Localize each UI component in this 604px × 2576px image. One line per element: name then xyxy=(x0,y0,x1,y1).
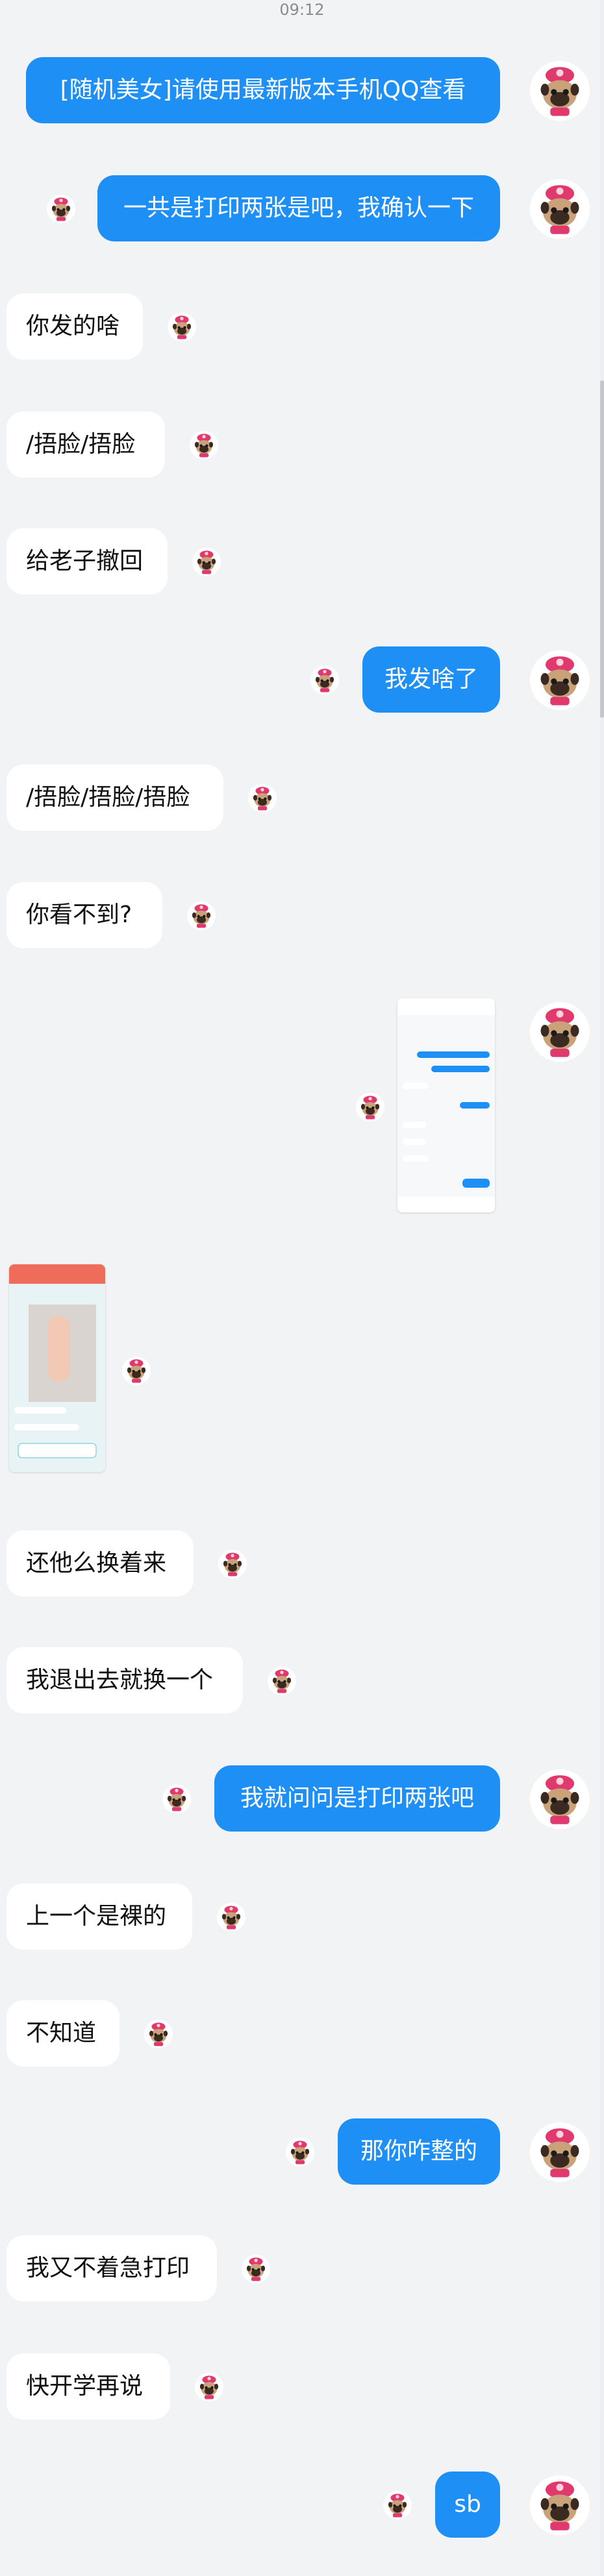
pug-sticker-icon xyxy=(286,2138,314,2166)
user-avatar-icon[interactable] xyxy=(530,1002,590,1062)
pug-sticker-icon xyxy=(248,784,277,813)
pug-sticker-icon xyxy=(195,2373,223,2401)
user-avatar-icon[interactable] xyxy=(530,61,590,121)
message-row: /捂脸/捂脸/捂脸 xyxy=(0,763,604,835)
pug-sticker-icon xyxy=(268,1667,296,1695)
pug-sticker-icon xyxy=(310,666,339,694)
message-bubble-incoming[interactable]: 上一个是裸的 xyxy=(6,1883,192,1950)
pug-sticker-icon xyxy=(190,431,218,460)
status-time: 09:12 xyxy=(279,1,325,19)
message-bubble-incoming[interactable]: 你看不到? xyxy=(6,882,162,948)
user-avatar-icon[interactable] xyxy=(530,2475,590,2535)
pug-sticker-icon xyxy=(144,2020,173,2048)
pug-sticker-icon xyxy=(383,2491,412,2520)
pug-sticker-icon xyxy=(217,1903,245,1932)
message-row: 我退出去就换一个 xyxy=(0,1646,604,1717)
message-bubble-outgoing[interactable]: 一共是打印两张是吧，我确认一下 xyxy=(97,175,500,241)
pug-sticker-icon xyxy=(218,1550,247,1578)
message-row: sb xyxy=(0,2466,604,2544)
message-bubble-outgoing[interactable]: sb xyxy=(435,2472,500,2538)
message-bubble-outgoing[interactable]: 我就问问是打印两张吧 xyxy=(214,1765,500,1832)
message-bubble-incoming[interactable]: 快开学再说 xyxy=(6,2353,170,2420)
message-bubble-incoming[interactable]: 还他么换着来 xyxy=(6,1530,194,1597)
message-row: /捂脸/捂脸 xyxy=(0,410,604,482)
user-avatar-icon[interactable] xyxy=(530,2122,590,2182)
message-bubble-incoming[interactable]: 不知道 xyxy=(6,2000,120,2067)
message-row: 我就问问是打印两张吧 xyxy=(0,1760,604,1838)
message-bubble-incoming[interactable]: /捂脸/捂脸/捂脸 xyxy=(6,765,223,831)
user-avatar-icon[interactable] xyxy=(530,179,590,239)
status-bar: 09:12 xyxy=(0,0,604,22)
chat-screenshot-image[interactable] xyxy=(397,998,495,1212)
photo-message-image[interactable] xyxy=(9,1264,105,1472)
message-row: 给老子撤回 xyxy=(0,527,604,598)
message-bubble-outgoing[interactable]: 那你咋整的 xyxy=(338,2118,500,2185)
pug-sticker-icon xyxy=(192,548,221,576)
message-row: 不知道 xyxy=(0,1999,604,2070)
message-row: 你看不到? xyxy=(0,881,604,952)
pug-sticker-icon xyxy=(187,902,216,930)
message-bubble-incoming[interactable]: 你发的啥 xyxy=(6,293,143,360)
message-row: 上一个是裸的 xyxy=(0,1882,604,1954)
user-avatar-icon[interactable] xyxy=(530,650,590,710)
message-row: 我发啥了 xyxy=(0,641,604,719)
message-bubble-outgoing[interactable]: [随机美女]请使用最新版本手机QQ查看 xyxy=(26,57,500,123)
message-row: 快开学再说 xyxy=(0,2352,604,2423)
message-bubble-incoming[interactable]: /捂脸/捂脸 xyxy=(6,411,165,478)
message-row: 还他么换着来 xyxy=(0,1529,604,1601)
user-avatar-icon[interactable] xyxy=(530,1769,590,1829)
message-row: 你发的啥 xyxy=(0,292,604,363)
message-row xyxy=(0,1264,604,1478)
pug-sticker-icon xyxy=(356,1093,384,1122)
message-bubble-incoming[interactable]: 给老子撤回 xyxy=(6,528,168,595)
message-row: 一共是打印两张是吧，我确认一下 xyxy=(0,170,604,248)
message-row: 我又不着急打印 xyxy=(0,2234,604,2305)
message-row: [随机美女]请使用最新版本手机QQ查看 xyxy=(0,52,604,130)
pug-sticker-icon xyxy=(168,313,196,341)
message-row: 那你咋整的 xyxy=(0,2113,604,2191)
message-bubble-incoming[interactable]: 我又不着急打印 xyxy=(6,2235,217,2301)
message-bubble-incoming[interactable]: 我退出去就换一个 xyxy=(6,1647,243,1713)
message-bubble-outgoing[interactable]: 我发啥了 xyxy=(362,646,500,713)
pug-sticker-icon xyxy=(47,195,75,223)
pug-sticker-icon xyxy=(122,1356,151,1385)
message-row xyxy=(0,998,604,1219)
pug-sticker-icon xyxy=(162,1785,191,1813)
pug-sticker-icon xyxy=(242,2255,270,2283)
